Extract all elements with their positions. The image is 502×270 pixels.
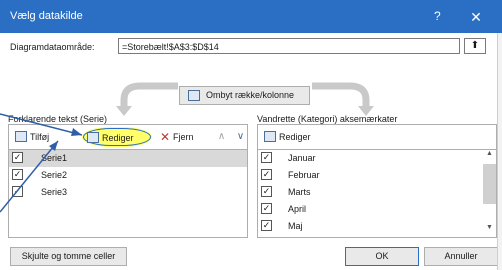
- annotation-arrowhead: [71, 128, 82, 136]
- annotation-arrow: [0, 113, 83, 136]
- annotation-arrow: [0, 140, 59, 213]
- annotation-arrows: [0, 113, 83, 213]
